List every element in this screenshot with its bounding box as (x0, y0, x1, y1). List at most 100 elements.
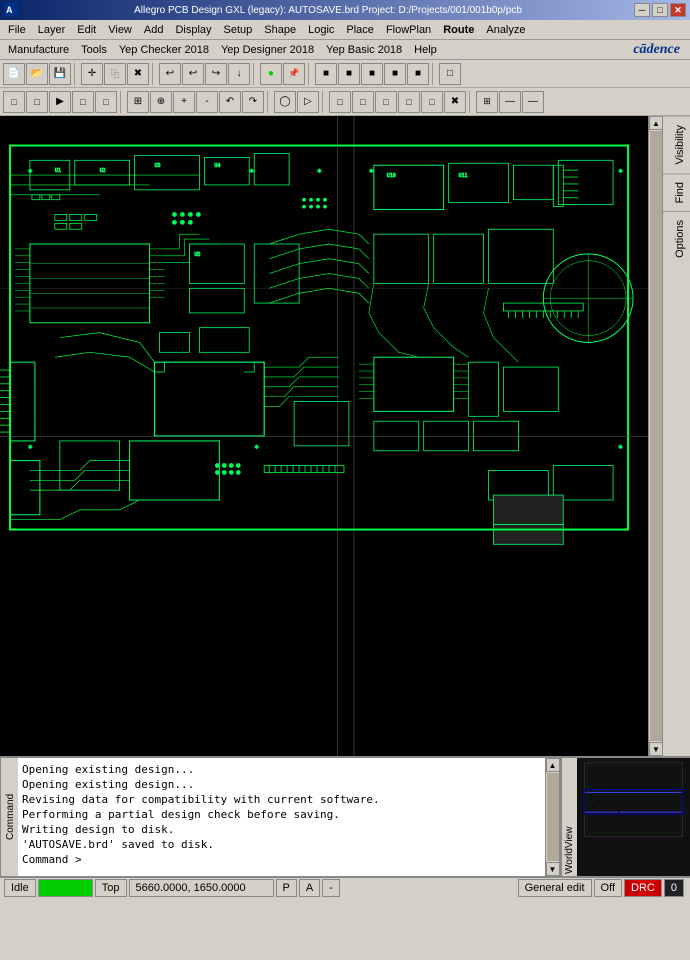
square1-icon: ■ (323, 68, 329, 79)
menu-setup[interactable]: Setup (218, 22, 259, 38)
pin-icon: 📌 (288, 68, 299, 79)
tb2-grid[interactable]: ⊞ (476, 91, 498, 113)
tb-crosshair[interactable]: ✛ (81, 63, 103, 85)
find-tab[interactable]: Find (663, 173, 690, 211)
tb-sq2[interactable]: ■ (338, 63, 360, 85)
scroll-up-arrow[interactable]: ▲ (649, 116, 663, 130)
crosshair-vertical (337, 116, 338, 756)
canvas-vertical-scrollbar[interactable]: ▲ ▼ (648, 116, 662, 756)
tb-open[interactable]: 📂 (26, 63, 48, 85)
toolbar2-sep4 (469, 91, 473, 113)
tb-copy[interactable]: ⿻ (104, 63, 126, 85)
tb-sq4[interactable]: ■ (384, 63, 406, 85)
console-scrollbar[interactable]: ▲ ▼ (546, 758, 560, 876)
menu-shape[interactable]: Shape (258, 22, 302, 38)
options-tab[interactable]: Options (663, 211, 690, 266)
tb-redo[interactable]: ↪ (205, 63, 227, 85)
toolbar-separator-2 (152, 63, 156, 85)
tb2-ra5[interactable]: □ (421, 91, 443, 113)
general-edit-text: General edit (525, 882, 585, 894)
pcb-canvas[interactable]: * * * * * * * * (0, 116, 648, 756)
menu-route[interactable]: Route (437, 22, 480, 38)
svg-text:*: * (249, 168, 254, 177)
tb2-r4[interactable]: □ (72, 91, 94, 113)
menu-analyze[interactable]: Analyze (480, 22, 531, 38)
scroll-down-arrow[interactable]: ▼ (649, 742, 663, 756)
menu-manufacture[interactable]: Manufacture (2, 42, 75, 58)
open-icon: 📂 (31, 68, 43, 79)
console-line-4: Performing a partial design check before… (22, 807, 541, 822)
tb2-circle[interactable]: ◯ (274, 91, 296, 113)
maximize-button[interactable]: □ (652, 3, 668, 17)
tb-outline[interactable]: □ (439, 63, 461, 85)
tb2-icon5: □ (103, 97, 108, 107)
tb2-arrow[interactable]: ▷ (297, 91, 319, 113)
window-controls: ─ □ ✕ (634, 3, 686, 17)
menu-yep-basic[interactable]: Yep Basic 2018 (320, 42, 408, 58)
number-text: 0 (671, 882, 677, 894)
menu-help[interactable]: Help (408, 42, 443, 58)
menu-layer[interactable]: Layer (32, 22, 72, 38)
bottom-area: Command Opening existing design... Openi… (0, 756, 690, 876)
status-dash: - (322, 879, 340, 897)
tb2-zoom-in[interactable]: + (173, 91, 195, 113)
tb2-icon4: □ (80, 97, 85, 107)
menu-add[interactable]: Add (138, 22, 170, 38)
tb-undo[interactable]: ↩ (159, 63, 181, 85)
menu-logic[interactable]: Logic (302, 22, 340, 38)
menu-yep-checker[interactable]: Yep Checker 2018 (113, 42, 215, 58)
console-scroll-up[interactable]: ▲ (546, 758, 560, 772)
tb2-zoom-next[interactable]: ↷ (242, 91, 264, 113)
tb-down[interactable]: ↓ (228, 63, 250, 85)
tb-delete[interactable]: ✖ (127, 63, 149, 85)
tb2-r5[interactable]: □ (95, 91, 117, 113)
console-line-2: Opening existing design... (22, 777, 541, 792)
menu-yep-designer[interactable]: Yep Designer 2018 (215, 42, 320, 58)
tb2-ra2[interactable]: □ (352, 91, 374, 113)
tb2-ra1[interactable]: □ (329, 91, 351, 113)
tb2-r2[interactable]: □ (26, 91, 48, 113)
menu-view[interactable]: View (102, 22, 138, 38)
tb2-zoom-world[interactable]: ⊞ (127, 91, 149, 113)
tb2-zoom-prev[interactable]: ↶ (219, 91, 241, 113)
tb2-hline[interactable]: — (499, 91, 521, 113)
menu-flowplan[interactable]: FlowPlan (380, 22, 437, 38)
tb2-r1[interactable]: □ (3, 91, 25, 113)
menu-tools[interactable]: Tools (75, 42, 113, 58)
tb2-r3[interactable]: ▶ (49, 91, 71, 113)
down-icon: ↓ (237, 68, 242, 79)
tb2-ra4[interactable]: □ (398, 91, 420, 113)
tb2-zoom-out[interactable]: - (196, 91, 218, 113)
new-icon: 📄 (8, 68, 20, 79)
tb-sq1[interactable]: ■ (315, 63, 337, 85)
console-scroll-track[interactable] (547, 773, 559, 861)
menu-edit[interactable]: Edit (71, 22, 102, 38)
minimize-button[interactable]: ─ (634, 3, 650, 17)
svg-text:U10: U10 (387, 173, 396, 179)
menu-file[interactable]: File (2, 22, 32, 38)
console-line-1: Opening existing design... (22, 762, 541, 777)
tb-undo2[interactable]: ↩ (182, 63, 204, 85)
visibility-tab[interactable]: Visibility (663, 116, 690, 173)
tb2-xmark[interactable]: ✖ (444, 91, 466, 113)
status-number: 0 (664, 879, 684, 897)
tb-sq5[interactable]: ■ (407, 63, 429, 85)
tb-circle-green[interactable]: ● (260, 63, 282, 85)
tb2-ra3[interactable]: □ (375, 91, 397, 113)
tb-pin[interactable]: 📌 (283, 63, 305, 85)
menu-place[interactable]: Place (340, 22, 380, 38)
toolbar2-sep2 (267, 91, 271, 113)
scroll-track[interactable] (650, 131, 662, 741)
outline-icon: □ (447, 68, 453, 79)
tb-new[interactable]: 📄 (3, 63, 25, 85)
arrow-icon: ▷ (304, 96, 312, 107)
drc-text: DRC (631, 882, 655, 894)
tb-sq3[interactable]: ■ (361, 63, 383, 85)
menu-display[interactable]: Display (169, 22, 217, 38)
tb-save[interactable]: 💾 (49, 63, 71, 85)
console-scroll-down[interactable]: ▼ (546, 862, 560, 876)
worldview-canvas[interactable] (577, 758, 690, 876)
tb2-zoom-fit[interactable]: ⊕ (150, 91, 172, 113)
close-button[interactable]: ✕ (670, 3, 686, 17)
tb2-hline2[interactable]: — (522, 91, 544, 113)
